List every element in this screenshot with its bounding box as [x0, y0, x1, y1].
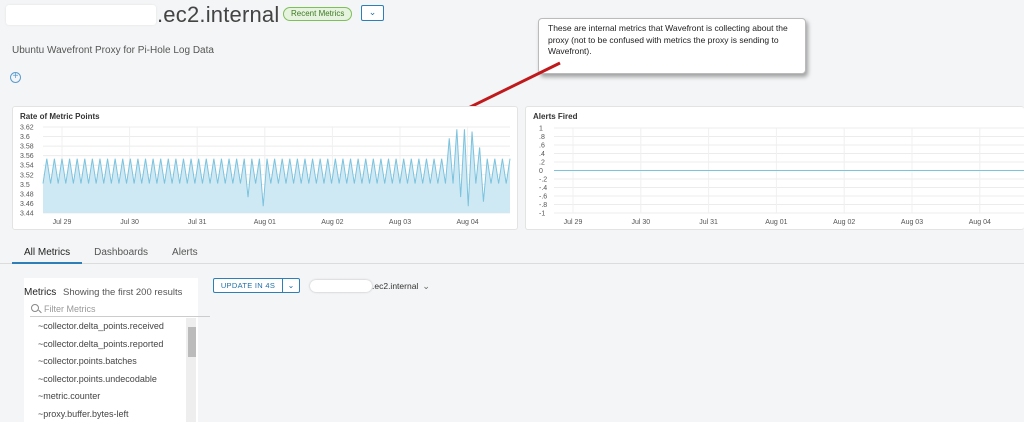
y-tick-label: -.8: [539, 202, 547, 209]
rate-chart-svg: 3.62 3.6 3.58 3.56 3.54 3.52 3.5 3.48 3.46 3.44 Ju…: [20, 125, 511, 226]
metrics-panel: Metrics Showing the first 200 results Fi…: [24, 278, 210, 422]
y-tick-label: 3.62: [20, 125, 34, 132]
x-tick-label: Aug 03: [901, 219, 923, 226]
y-tick-label: .8: [539, 134, 545, 141]
chevron-down-icon: ⌄: [287, 281, 295, 290]
redacted-hostname: [6, 5, 156, 25]
y-tick-label: 3.48: [20, 191, 34, 198]
y-tick-label: 3.56: [20, 153, 34, 160]
source-select[interactable]: .ec2.internal ⌄: [310, 279, 430, 293]
metrics-header: Metrics Showing the first 200 results: [24, 287, 182, 298]
metrics-count: Showing the first 200 results: [63, 287, 183, 298]
y-tick-label: 3.46: [20, 201, 34, 208]
x-tick-label: Jul 29: [564, 219, 583, 226]
x-tick-label: Aug 01: [254, 219, 276, 226]
tab-alerts[interactable]: Alerts: [160, 240, 210, 264]
update-interval-button[interactable]: UPDATE IN 4S: [213, 278, 283, 293]
x-tick-label: Jul 29: [53, 219, 72, 226]
x-tick-label: Aug 04: [457, 219, 479, 226]
tab-all-metrics[interactable]: All Metrics: [12, 240, 83, 264]
scrollbar-thumb[interactable]: [188, 327, 196, 357]
chevron-down-icon: ⌄: [368, 7, 377, 17]
list-item[interactable]: ~metric.counter: [38, 388, 198, 406]
x-tick-label: Jul 31: [188, 219, 207, 226]
alerts-fired-chart[interactable]: Alerts Fired 1.8.6.4.2 0 -.2 -.4 -.6 -.8 -1 Jul…: [525, 106, 1024, 230]
metric-list: ~collector.delta_points.received ~collec…: [38, 318, 198, 422]
tab-bar: All Metrics Dashboards Alerts: [12, 240, 210, 264]
y-tick-label: 3.54: [20, 163, 34, 170]
y-tick-label: .6: [539, 143, 545, 150]
y-tick-label: 1: [539, 126, 543, 133]
page-title: .ec2.internal: [6, 2, 279, 28]
filter-metrics-input[interactable]: Filter Metrics: [30, 303, 210, 317]
list-item[interactable]: ~collector.delta_points.received: [38, 318, 198, 336]
recent-metrics-badge[interactable]: Recent Metrics: [283, 7, 353, 21]
list-item[interactable]: ~collector.points.undecodable: [38, 371, 198, 389]
search-icon: [31, 304, 39, 312]
host-title-text: .ec2.internal: [157, 2, 280, 27]
y-tick-label: -.4: [539, 185, 547, 192]
list-item[interactable]: ~collector.points.batches: [38, 353, 198, 371]
chevron-down-icon: ⌄: [422, 280, 430, 291]
y-tick-label: -.2: [539, 177, 547, 184]
y-tick-label: .2: [539, 160, 545, 167]
annotation-callout: These are internal metrics that Wavefron…: [538, 18, 806, 74]
x-tick-label: Aug 02: [833, 219, 855, 226]
x-tick-label: Aug 03: [389, 219, 411, 226]
alerts-chart-svg: 1.8 .6.4 .20 -.2-.4 -.6-.8 -1 Jul 29 Jul 30 Jul …: [539, 126, 1024, 226]
x-tick-label: Aug 04: [969, 219, 991, 226]
y-tick-label: 0: [539, 168, 543, 175]
filter-placeholder: Filter Metrics: [44, 304, 96, 314]
tab-dashboards[interactable]: Dashboards: [82, 240, 160, 264]
x-tick-label: Aug 02: [321, 219, 343, 226]
redacted-source: [310, 280, 372, 292]
y-tick-label: 3.58: [20, 144, 34, 151]
x-tick-label: Jul 31: [699, 219, 718, 226]
y-tick-label: 3.6: [20, 134, 30, 141]
y-tick-label: -1: [539, 211, 545, 218]
y-tick-label: 3.52: [20, 172, 34, 179]
y-tick-label: 3.5: [20, 182, 30, 189]
y-tick-label: .4: [539, 151, 545, 158]
update-dropdown-button[interactable]: ⌄: [283, 278, 300, 293]
page-subtitle: Ubuntu Wavefront Proxy for Pi-Hole Log D…: [12, 45, 214, 56]
rate-metric-points-chart[interactable]: Rate of Metric Points 3.62 3.6 3.58 3.56 3.5…: [12, 106, 518, 230]
x-tick-label: Jul 30: [631, 219, 650, 226]
header-dropdown-button[interactable]: ⌄: [361, 5, 384, 21]
list-item[interactable]: ~proxy.buffer.bytes-left: [38, 406, 198, 422]
y-tick-label: -.6: [539, 194, 547, 201]
source-name: .ec2.internal: [372, 281, 419, 291]
list-item[interactable]: ~collector.delta_points.reported: [38, 336, 198, 354]
x-tick-label: Jul 30: [120, 219, 139, 226]
metrics-label: Metrics: [24, 287, 57, 298]
y-tick-label: 3.44: [20, 211, 34, 218]
x-tick-label: Aug 01: [765, 219, 787, 226]
add-circle-icon[interactable]: +: [10, 72, 21, 83]
